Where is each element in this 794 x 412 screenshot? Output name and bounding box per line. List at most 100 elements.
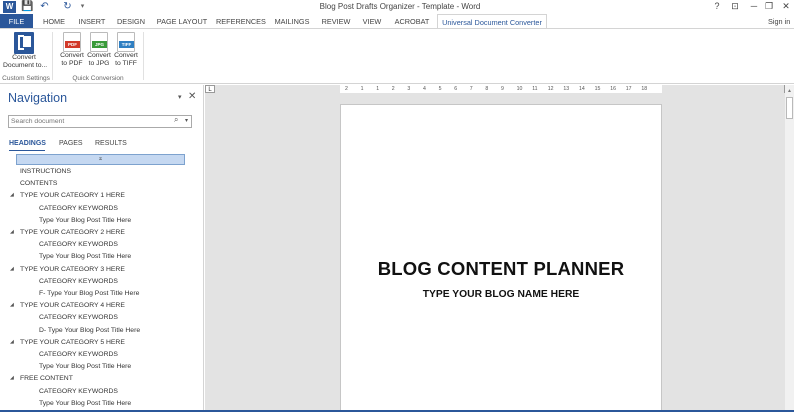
ruler-tick-label: 5	[438, 86, 442, 92]
heading-item[interactable]: TYPE YOUR CATEGORY 4 HERE	[20, 301, 125, 310]
redo-icon[interactable]: ↻	[61, 1, 74, 13]
vertical-scrollbar[interactable]: ▲	[785, 85, 794, 412]
group-separator	[143, 32, 144, 80]
ruler-tick-label: 1	[376, 86, 380, 92]
convert-to-jpg-button[interactable]: JPG Convert to JPG	[84, 32, 114, 72]
heading-item[interactable]: FREE CONTENT	[20, 374, 73, 383]
search-input[interactable]	[11, 116, 171, 127]
headings-list: INSTRUCTIONS CONTENTS ◢ TYPE YOUR CATEGORY …	[0, 166, 204, 408]
heading-item[interactable]: Type Your Blog Post Title Here	[39, 399, 131, 408]
convert-document-button[interactable]: Convert Document to...	[3, 32, 47, 72]
ruler-tick-label: 13	[563, 86, 570, 92]
heading-item[interactable]: CATEGORY KEYWORDS	[39, 313, 118, 322]
expand-collapse-icon[interactable]: ◢	[10, 265, 14, 274]
heading-item[interactable]: TYPE YOUR CATEGORY 2 HERE	[20, 228, 125, 237]
document-subheading[interactable]: TYPE YOUR BLOG NAME HERE	[340, 289, 662, 300]
convert-document-icon	[14, 32, 34, 54]
undo-icon[interactable]: ↶	[38, 1, 51, 13]
heading-item[interactable]: TYPE YOUR CATEGORY 5 HERE	[20, 338, 125, 347]
tiff-badge: TIFF	[119, 41, 134, 48]
heading-item[interactable]: D- Type Your Blog Post Title Here	[39, 326, 140, 335]
tab-pages[interactable]: PAGES	[59, 139, 83, 148]
tab-view[interactable]: VIEW	[360, 14, 384, 29]
tab-results[interactable]: RESULTS	[95, 139, 127, 148]
help-icon[interactable]: ?	[708, 0, 726, 13]
ribbon-display-options-icon[interactable]: ⊡	[726, 0, 744, 13]
ruler-tick-label: 8	[485, 86, 489, 92]
ruler-tick-label: 7	[469, 86, 473, 92]
tab-file[interactable]: FILE	[0, 14, 33, 29]
ruler-tick-label: 15	[594, 86, 601, 92]
tab-review[interactable]: REVIEW	[320, 14, 352, 29]
scroll-up-icon[interactable]: ▲	[787, 88, 792, 94]
sign-in-link[interactable]: Sign in	[768, 14, 790, 29]
ruler-tick-label: 14	[579, 86, 585, 92]
heading-item[interactable]: TYPE YOUR CATEGORY 3 HERE	[20, 265, 125, 274]
heading-item[interactable]: CATEGORY KEYWORDS	[39, 240, 118, 249]
group-separator	[52, 32, 53, 80]
collapse-icon: ⌅	[97, 156, 104, 162]
convert-to-tiff-label-2: to TIFF	[115, 60, 137, 67]
convert-to-pdf-button[interactable]: PDF Convert to PDF	[57, 32, 87, 72]
expand-collapse-icon[interactable]: ◢	[10, 338, 14, 347]
document-heading[interactable]: BLOG CONTENT PLANNER	[271, 258, 731, 280]
tab-page-layout[interactable]: PAGE LAYOUT	[156, 14, 208, 29]
heading-item[interactable]: CONTENTS	[20, 179, 57, 188]
close-pane-icon[interactable]: ✕	[188, 91, 196, 102]
customize-quick-access-icon[interactable]: ▾	[76, 1, 89, 13]
search-dropdown-icon[interactable]: ▾	[185, 117, 188, 124]
tab-home[interactable]: HOME	[38, 14, 70, 29]
heading-item[interactable]: CATEGORY KEYWORDS	[39, 204, 118, 213]
pdf-icon: PDF	[63, 32, 81, 52]
heading-item[interactable]: Type Your Blog Post Title Here	[39, 362, 131, 371]
heading-item[interactable]: CATEGORY KEYWORDS	[39, 350, 118, 359]
expand-collapse-icon[interactable]: ◢	[10, 301, 14, 310]
jpg-icon: JPG	[90, 32, 108, 52]
navigation-title: Navigation	[8, 91, 68, 105]
active-tab-underline	[9, 150, 45, 151]
restore-icon[interactable]: ❐	[760, 0, 778, 13]
tab-insert[interactable]: INSERT	[76, 14, 108, 29]
convert-to-pdf-label-2: to PDF	[61, 60, 83, 67]
ruler-tick-label: 18	[641, 86, 648, 92]
ruler-tick-label: 12	[547, 86, 554, 92]
convert-to-tiff-button[interactable]: TIFF Convert to TIFF	[111, 32, 141, 72]
heading-item[interactable]: INSTRUCTIONS	[20, 167, 71, 176]
heading-item[interactable]: Type Your Blog Post Title Here	[39, 252, 131, 261]
ruler-tick-label: 3	[407, 86, 411, 92]
tab-design[interactable]: DESIGN	[114, 14, 148, 29]
heading-item[interactable]: TYPE YOUR CATEGORY 1 HERE	[20, 191, 125, 200]
convert-to-jpg-label-1: Convert	[87, 52, 111, 59]
tiff-icon: TIFF	[117, 32, 135, 52]
tab-selector[interactable]: L	[205, 85, 215, 93]
ruler-tick-label: 11	[532, 86, 538, 92]
tab-headings[interactable]: HEADINGS	[9, 139, 46, 148]
ruler-tick-label: 9	[501, 86, 504, 92]
window-title: Blog Post Drafts Organizer - Template - …	[319, 2, 481, 11]
heading-item[interactable]: Type Your Blog Post Title Here	[39, 216, 131, 225]
search-box: ⌕ ▾	[8, 115, 192, 128]
scrollbar-thumb[interactable]	[786, 97, 793, 119]
search-icon[interactable]: ⌕	[174, 115, 178, 125]
pane-options-icon[interactable]: ▾	[178, 93, 182, 101]
tab-references[interactable]: REFERENCES	[216, 14, 266, 29]
convert-to-pdf-label-1: Convert	[60, 52, 84, 59]
close-icon[interactable]: ✕	[777, 0, 794, 13]
selected-heading[interactable]: ⌅	[16, 154, 185, 165]
heading-item[interactable]: CATEGORY KEYWORDS	[39, 387, 118, 396]
heading-item[interactable]: F- Type Your Blog Post Title Here	[39, 289, 139, 298]
tab-universal-document-converter[interactable]: Universal Document Converter	[437, 14, 547, 29]
horizontal-ruler[interactable]: 2 1 1 2 3 4 5 6 7 8 9 10 11 12 13 14 15 16 17 18	[340, 85, 662, 93]
expand-collapse-icon[interactable]: ◢	[10, 228, 14, 237]
heading-item[interactable]: CATEGORY KEYWORDS	[39, 277, 118, 286]
word-app-icon[interactable]: W	[3, 1, 16, 13]
tab-mailings[interactable]: MAILINGS	[272, 14, 312, 29]
ruler-tick-label: 16	[610, 86, 616, 92]
expand-collapse-icon[interactable]: ◢	[10, 191, 14, 200]
ruler-tick-label: 17	[625, 86, 632, 92]
tab-acrobat[interactable]: ACROBAT	[392, 14, 432, 29]
expand-collapse-icon[interactable]: ◢	[10, 374, 14, 383]
ruler-tick-label: 10	[516, 86, 523, 92]
convert-to-tiff-label-1: Convert	[114, 52, 138, 59]
save-icon[interactable]: 💾	[21, 1, 34, 13]
